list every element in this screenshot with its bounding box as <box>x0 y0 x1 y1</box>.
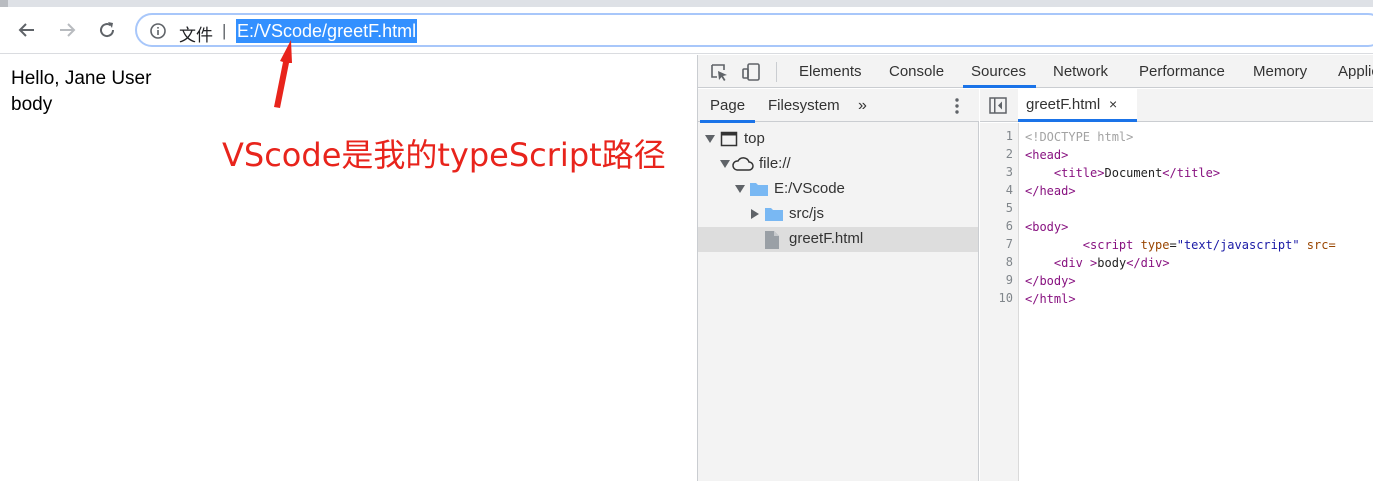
collapse-triangle-icon[interactable] <box>751 209 759 219</box>
device-toolbar-icon[interactable] <box>741 62 761 82</box>
editor-tab-bar: greetF.html × <box>980 89 1373 122</box>
tree-item-label: greetF.html <box>789 230 864 247</box>
tree-item-src-js-folder[interactable]: src/js <box>698 202 978 227</box>
more-options-kebab-icon[interactable] <box>952 97 962 115</box>
code-line: <title>Document</title> <box>1053 166 1221 180</box>
code-line: </body> <box>1025 274 1076 288</box>
line-number-gutter: 1 2 3 4 5 6 7 8 9 10 <box>980 123 1019 481</box>
tree-item-label: top <box>744 130 765 147</box>
cloud-icon <box>732 157 754 171</box>
inspect-element-icon[interactable] <box>709 62 729 82</box>
tree-item-top[interactable]: top <box>698 127 978 152</box>
annotation-arrow-icon <box>274 40 292 108</box>
folder-icon <box>750 183 768 196</box>
tab-elements[interactable]: Elements <box>799 55 862 88</box>
line-number: 9 <box>1005 273 1013 287</box>
editor-tab-label: greetF.html <box>1026 96 1101 113</box>
editor-tab-greetf[interactable]: greetF.html × <box>1018 89 1137 122</box>
annotation-text: VScode是我的typeScript路径 <box>222 136 666 174</box>
line-number: 10 <box>998 291 1013 305</box>
tab-filesystem[interactable]: Filesystem <box>768 89 840 122</box>
code-line: <head> <box>1025 148 1069 162</box>
folder-icon <box>765 208 783 221</box>
tree-item-greetf-file[interactable]: greetF.html <box>698 227 978 252</box>
sources-navigator: Page Filesystem » top file:// E:/VScode … <box>698 89 979 481</box>
tab-performance[interactable]: Performance <box>1139 55 1225 88</box>
tab-page[interactable]: Page <box>699 89 756 123</box>
devtools-panel: Elements Console Sources Network Perform… <box>697 55 1373 481</box>
line-number: 6 <box>1005 219 1013 233</box>
tree-item-file-scheme[interactable]: file:// <box>698 152 978 177</box>
expand-triangle-icon[interactable] <box>720 160 730 168</box>
code-area[interactable]: <!DOCTYPE html> <head> <title>Document</… <box>1025 123 1373 481</box>
line-number: 4 <box>1005 183 1013 197</box>
devtools-divider <box>776 62 777 82</box>
frame-icon <box>720 131 738 147</box>
source-editor: greetF.html × 1 2 3 4 5 6 7 8 9 10 <!DOC… <box>980 89 1373 481</box>
navigator-tab-bar: Page Filesystem » <box>698 89 979 123</box>
line-number: 3 <box>1005 165 1013 179</box>
code-line: </head> <box>1025 184 1076 198</box>
tab-sources[interactable]: Sources <box>962 55 1037 88</box>
file-icon <box>765 231 779 249</box>
more-tabs-chevron-icon[interactable]: » <box>858 89 867 122</box>
tree-item-label: file:// <box>759 155 791 172</box>
line-number: 8 <box>1005 255 1013 269</box>
tab-memory[interactable]: Memory <box>1253 55 1307 88</box>
tab-console[interactable]: Console <box>889 55 944 88</box>
tab-network[interactable]: Network <box>1053 55 1108 88</box>
line-number: 1 <box>1005 129 1013 143</box>
line-number: 7 <box>1005 237 1013 251</box>
code-line: <!DOCTYPE html> <box>1025 130 1134 144</box>
devtools-tab-bar: Elements Console Sources Network Perform… <box>698 55 1373 88</box>
expand-triangle-icon[interactable] <box>735 185 745 193</box>
line-number: 5 <box>1005 201 1013 215</box>
close-icon[interactable]: × <box>1109 89 1117 120</box>
code-line: <script type="text/javascript" src= <box>1082 238 1336 252</box>
line-number: 2 <box>1005 147 1013 161</box>
expand-triangle-icon[interactable] <box>705 135 715 143</box>
toggle-navigator-icon[interactable] <box>989 97 1007 114</box>
tree-item-label: E:/VScode <box>774 180 845 197</box>
tree-item-vscode-folder[interactable]: E:/VScode <box>698 177 978 202</box>
code-line: <div >body</div> <box>1053 256 1170 270</box>
code-line: </html> <box>1025 292 1076 306</box>
tab-application[interactable]: Applic <box>1338 55 1373 88</box>
code-line: <body> <box>1025 220 1069 234</box>
tree-item-label: src/js <box>789 205 824 222</box>
